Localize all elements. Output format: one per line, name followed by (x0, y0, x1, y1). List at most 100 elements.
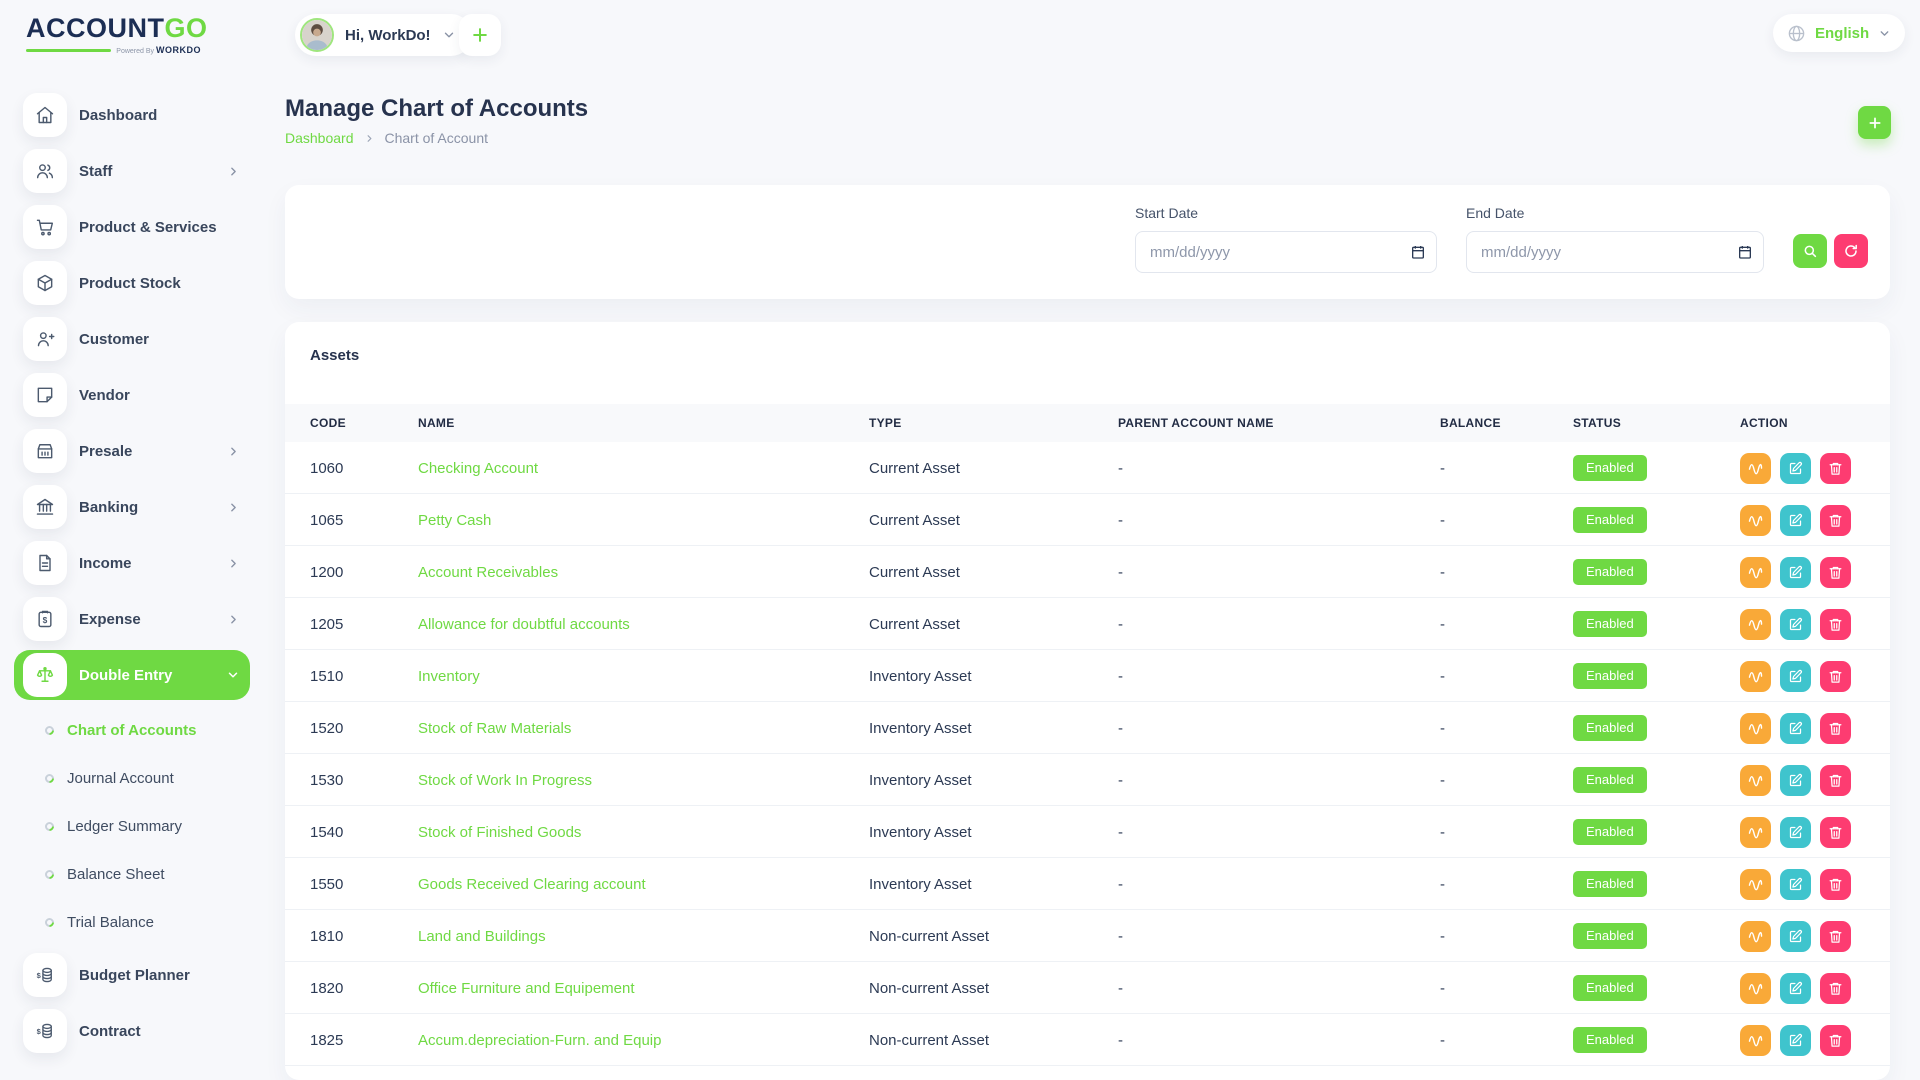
edit-account-button[interactable] (1780, 817, 1811, 848)
account-ledger-button[interactable] (1740, 557, 1771, 588)
delete-account-button[interactable] (1820, 1025, 1851, 1056)
edit-account-button[interactable] (1780, 505, 1811, 536)
account-name-link[interactable]: Land and Buildings (418, 928, 546, 945)
account-name-link[interactable]: Stock of Finished Goods (418, 824, 581, 841)
sidebar-item-expense[interactable]: $Expense (14, 594, 250, 644)
cell-type: Current Asset (869, 546, 960, 598)
account-ledger-button[interactable] (1740, 713, 1771, 744)
quick-add-button[interactable] (459, 14, 501, 56)
refresh-icon (1843, 243, 1859, 259)
delete-account-button[interactable] (1820, 921, 1851, 952)
edit-account-button[interactable] (1780, 869, 1811, 900)
edit-account-button[interactable] (1780, 453, 1811, 484)
delete-account-button[interactable] (1820, 869, 1851, 900)
status-badge: Enabled (1573, 871, 1647, 897)
delete-account-button[interactable] (1820, 973, 1851, 1004)
reset-filter-button[interactable] (1834, 234, 1868, 268)
sidebar-subitem-journal-account[interactable]: Journal Account (0, 754, 258, 802)
account-name-link[interactable]: Account Receivables (418, 564, 558, 581)
account-ledger-button[interactable] (1740, 661, 1771, 692)
activity-icon (1747, 460, 1764, 477)
account-name-link[interactable]: Allowance for doubtful accounts (418, 616, 630, 633)
sidebar-subitem-ledger-summary[interactable]: Ledger Summary (0, 802, 258, 850)
sidebar-subitem-balance-sheet[interactable]: Balance Sheet (0, 850, 258, 898)
sidebar-item-staff[interactable]: Staff (14, 146, 250, 196)
account-ledger-button[interactable] (1740, 1025, 1771, 1056)
cell-type: Non-current Asset (869, 962, 989, 1014)
sidebar-item-label: Banking (79, 499, 227, 516)
account-name-link[interactable]: Checking Account (418, 460, 538, 477)
sidebar-item-dashboard[interactable]: Dashboard (14, 90, 250, 140)
cell-type: Current Asset (869, 494, 960, 546)
edit-account-button[interactable] (1780, 557, 1811, 588)
edit-account-button[interactable] (1780, 713, 1811, 744)
edit-account-button[interactable] (1780, 921, 1811, 952)
account-ledger-button[interactable] (1740, 869, 1771, 900)
delete-account-button[interactable] (1820, 453, 1851, 484)
sidebar-item-banking[interactable]: Banking (14, 482, 250, 532)
table-row: 1510InventoryInventory Asset--Enabled (285, 650, 1890, 702)
delete-account-button[interactable] (1820, 817, 1851, 848)
cell-balance: - (1440, 858, 1445, 910)
account-name-link[interactable]: Office Furniture and Equipement (418, 980, 635, 997)
sidebar-subitem-trial-balance[interactable]: Trial Balance (0, 898, 258, 946)
cell-code: 1820 (310, 962, 343, 1014)
account-name-link[interactable]: Accum.depreciation-Furn. and Equip (418, 1032, 661, 1049)
account-name-link[interactable]: Goods Received Clearing account (418, 876, 646, 893)
sidebar-item-label: Income (79, 555, 227, 572)
cell-code: 1510 (310, 650, 343, 702)
sidebar-item-presale[interactable]: Presale (14, 426, 250, 476)
edit-account-button[interactable] (1780, 609, 1811, 640)
account-ledger-button[interactable] (1740, 765, 1771, 796)
delete-account-button[interactable] (1820, 609, 1851, 640)
sidebar-item-budget-planner[interactable]: $Budget Planner (14, 950, 250, 1000)
activity-icon (1747, 512, 1764, 529)
edit-account-button[interactable] (1780, 973, 1811, 1004)
account-name-link[interactable]: Stock of Raw Materials (418, 720, 571, 737)
delete-account-button[interactable] (1820, 505, 1851, 536)
sidebar-item-product-stock[interactable]: Product Stock (14, 258, 250, 308)
breadcrumb-dashboard-link[interactable]: Dashboard (285, 130, 354, 146)
edit-account-button[interactable] (1780, 765, 1811, 796)
user-greeting: Hi, WorkDo! (345, 27, 431, 44)
svg-text:$: $ (37, 971, 42, 980)
account-ledger-button[interactable] (1740, 973, 1771, 1004)
delete-account-button[interactable] (1820, 661, 1851, 692)
status-badge: Enabled (1573, 767, 1647, 793)
language-label: English (1815, 25, 1869, 42)
cell-code: 1200 (310, 546, 343, 598)
edit-account-button[interactable] (1780, 1025, 1811, 1056)
sidebar-subitem-chart-of-accounts[interactable]: Chart of Accounts (0, 706, 258, 754)
sidebar-item-double-entry[interactable]: Double Entry (14, 650, 250, 700)
create-account-button[interactable] (1858, 106, 1891, 139)
account-name-link[interactable]: Petty Cash (418, 512, 491, 529)
sidebar-item-customer[interactable]: Customer (14, 314, 250, 364)
language-selector[interactable]: English (1773, 14, 1905, 52)
sidebar-item-vendor[interactable]: Vendor (14, 370, 250, 420)
account-name-link[interactable]: Stock of Work In Progress (418, 772, 592, 789)
table-row: 1520Stock of Raw MaterialsInventory Asse… (285, 702, 1890, 754)
user-menu[interactable]: Hi, WorkDo! (295, 14, 472, 56)
sidebar-item-label: Contract (79, 1023, 240, 1040)
account-ledger-button[interactable] (1740, 505, 1771, 536)
edit-account-button[interactable] (1780, 661, 1811, 692)
sidebar-item-contract[interactable]: $Contract (14, 1006, 250, 1056)
apply-filter-button[interactable] (1793, 234, 1827, 268)
sidebar-item-product-services[interactable]: Product & Services (14, 202, 250, 252)
account-name-link[interactable]: Inventory (418, 668, 480, 685)
account-ledger-button[interactable] (1740, 817, 1771, 848)
edit-icon (1788, 773, 1803, 788)
account-ledger-button[interactable] (1740, 453, 1771, 484)
start-date-input[interactable] (1135, 231, 1437, 273)
delete-account-button[interactable] (1820, 557, 1851, 588)
cell-type: Non-current Asset (869, 1014, 989, 1066)
account-ledger-button[interactable] (1740, 609, 1771, 640)
end-date-input[interactable] (1466, 231, 1764, 273)
cell-parent-account: - (1118, 598, 1123, 650)
app-logo[interactable]: ACCOUNTGO Powered By WORKDO (26, 13, 201, 55)
delete-account-button[interactable] (1820, 765, 1851, 796)
sidebar-item-income[interactable]: Income (14, 538, 250, 588)
delete-account-button[interactable] (1820, 713, 1851, 744)
account-ledger-button[interactable] (1740, 921, 1771, 952)
cell-code: 1530 (310, 754, 343, 806)
